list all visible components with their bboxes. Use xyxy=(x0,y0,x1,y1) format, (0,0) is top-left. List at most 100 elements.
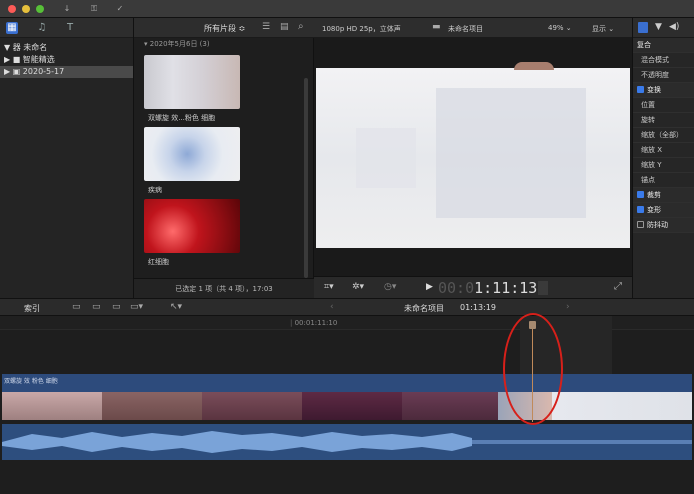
inspector-row[interactable]: 复合 xyxy=(633,38,694,53)
inspector-row[interactable]: 混合模式 xyxy=(633,53,694,68)
inspector-row[interactable]: 变形 xyxy=(633,203,694,218)
format-label: 1080p HD 25p，立体声 xyxy=(322,25,401,33)
viewer: 1080p HD 25p，立体声 ▬ 未命名项目 49% ⌄ 显示 ⌄ ⌗▾ ✲… xyxy=(314,18,632,298)
filmstrip-view-icon[interactable]: ☰ xyxy=(262,22,270,32)
viewer-canvas[interactable] xyxy=(316,68,630,248)
zoom-menu[interactable]: 49% ⌄ xyxy=(548,24,572,32)
checkbox[interactable] xyxy=(637,86,644,93)
import-button[interactable]: ↓ xyxy=(58,3,76,15)
pixelated-block xyxy=(356,128,416,188)
checkbox[interactable] xyxy=(637,221,644,228)
inspector-row-label: 复合 xyxy=(637,41,651,49)
clapper-icon: ▬ xyxy=(432,22,441,32)
inspector-row[interactable]: 位置 xyxy=(633,98,694,113)
audio-waveform xyxy=(2,431,692,453)
event-date-header: ▾ 2020年5月6日 (3) xyxy=(144,40,210,48)
browser-scrollbar[interactable] xyxy=(304,78,308,278)
inspector-row-label: 缩放 Y xyxy=(641,161,662,169)
clip-title: 双螺旋 效 粉色 细胞 xyxy=(4,378,58,385)
clip-browser: 所有片段 ≎ ☰ ▤ ⌕ ▾ 2020年5月6日 (3) 双螺旋 效...粉色 … xyxy=(134,18,314,298)
clip-thumbnail-2[interactable] xyxy=(144,127,240,181)
clip-filmstrip xyxy=(302,392,402,420)
clip-thumbnail-3[interactable] xyxy=(144,199,240,253)
enhance-icon[interactable]: ✲▾ xyxy=(352,282,364,292)
inspector-row-label: 位置 xyxy=(641,101,655,109)
overwrite-clip-icon[interactable]: ▭▾ xyxy=(130,302,143,312)
inspector-row-label: 变换 xyxy=(647,86,661,94)
library-toolbar: ▦ ♫ T xyxy=(0,18,133,38)
titles-generators-icon[interactable]: T xyxy=(64,22,76,34)
video-inspector-icon[interactable] xyxy=(638,22,648,33)
viewer-toolbar: 1080p HD 25p，立体声 ▬ 未命名项目 49% ⌄ 显示 ⌄ xyxy=(314,18,632,38)
timeline-area[interactable]: 双螺旋 效 粉色 细胞 xyxy=(0,316,694,494)
connect-clip-icon[interactable]: ▭ xyxy=(72,302,81,312)
audio-inspector-icon[interactable]: ◀) xyxy=(669,22,679,32)
inspector-row[interactable]: 缩放（全部） xyxy=(633,128,694,143)
forward-arrow-icon[interactable]: › xyxy=(566,302,570,312)
play-icon[interactable]: ▶ xyxy=(426,282,433,292)
library-item-untitled[interactable]: ▼ 器 未命名 xyxy=(0,42,133,54)
inspector-row-label: 缩放 X xyxy=(641,146,663,154)
library-item-smart-collections[interactable]: ▶ ■ 智能精选 xyxy=(0,54,133,66)
keywords-button[interactable]: ⚿ xyxy=(84,3,104,15)
timeline-duration: 01:13:19 xyxy=(460,303,496,312)
clip-thumbnail-1[interactable] xyxy=(144,55,240,109)
inspector-row-label: 混合模式 xyxy=(641,56,669,64)
clip-appearance-icon[interactable]: ▤ xyxy=(280,22,289,32)
retime-icon[interactable]: ◷▾ xyxy=(384,282,396,292)
clip-filmstrip xyxy=(102,392,202,420)
index-button[interactable]: 索引 xyxy=(24,303,40,314)
minimize-window-button[interactable] xyxy=(22,5,30,13)
inspector-row[interactable]: 缩放 X xyxy=(633,143,694,158)
ruler-timecode: | 00:01:11:10 xyxy=(290,319,338,327)
inspector-row[interactable]: 裁剪 xyxy=(633,188,694,203)
inspector-row[interactable]: 变换 xyxy=(633,83,694,98)
inspector-row[interactable]: 锚点 xyxy=(633,173,694,188)
inspector-row[interactable]: 旋转 xyxy=(633,113,694,128)
library-item-event[interactable]: ▶ ▣ 2020-5-17 xyxy=(0,66,133,78)
inspector-row-label: 变形 xyxy=(647,206,661,214)
inspector-toolbar: ▼ ◀) xyxy=(633,18,694,38)
inspector-row-label: 旋转 xyxy=(641,116,655,124)
fullscreen-icon[interactable]: ⤢ xyxy=(614,281,622,292)
key-icon: ⚿ xyxy=(90,4,98,13)
audio-waveform-track[interactable] xyxy=(2,424,692,460)
audio-meter xyxy=(538,281,548,295)
inspector-row[interactable]: 不透明度 xyxy=(633,68,694,83)
inspector-row[interactable]: 缩放 Y xyxy=(633,158,694,173)
video-track[interactable]: 双螺旋 效 粉色 细胞 xyxy=(2,374,692,424)
clip-label-3: 红细胞 xyxy=(148,258,169,266)
append-clip-icon[interactable]: ▭ xyxy=(112,302,121,312)
select-tool-icon[interactable]: ↖▾ xyxy=(170,302,182,312)
inspector: ▼ ◀) 复合混合模式不透明度变换位置旋转缩放（全部） 缩放 X 缩放 Y 锚点裁剪变… xyxy=(632,18,694,298)
red-circle-annotation xyxy=(503,313,563,425)
timeline-toolbar: 索引 ▭ ▭ ▭ ▭▾ ↖▾ ‹ 未命名项目 01:13:19 › xyxy=(0,298,694,316)
browser-toolbar: 所有片段 ≎ ☰ ▤ ⌕ xyxy=(134,18,314,38)
checkbox[interactable] xyxy=(637,191,644,198)
photos-audio-icon[interactable]: ♫ xyxy=(36,22,48,34)
crop-icon[interactable]: ⌗▾ xyxy=(324,282,334,292)
clip-filmstrip xyxy=(202,392,302,420)
libraries-icon[interactable]: ▦ xyxy=(6,22,18,34)
display-menu[interactable]: 显示 ⌄ xyxy=(592,24,614,34)
zoom-window-button[interactable] xyxy=(36,5,44,13)
clip-filter-menu[interactable]: 所有片段 ≎ xyxy=(204,23,245,34)
frame-top-element xyxy=(514,62,554,70)
filter-icon[interactable]: ▼ xyxy=(655,22,662,32)
pixelated-block xyxy=(436,88,586,218)
clip-filmstrip xyxy=(2,392,102,420)
inspector-row-label: 裁剪 xyxy=(647,191,661,199)
inspector-row[interactable]: 防抖动 xyxy=(633,218,694,233)
checkbox[interactable] xyxy=(637,206,644,213)
search-icon[interactable]: ⌕ xyxy=(298,21,304,32)
inspector-list: 复合混合模式不透明度变换位置旋转缩放（全部） 缩放 X 缩放 Y 锚点裁剪变形防抖动 xyxy=(633,38,694,233)
check-circle-icon: ✓ xyxy=(116,4,124,13)
insert-clip-icon[interactable]: ▭ xyxy=(92,302,101,312)
library-list: ▼ 器 未命名 ▶ ■ 智能精选 ▶ ▣ 2020-5-17 xyxy=(0,38,133,78)
clip-filmstrip xyxy=(402,392,498,420)
back-arrow-icon[interactable]: ‹ xyxy=(330,302,334,312)
clip-label-1: 双螺旋 效...粉色 细胞 xyxy=(148,114,216,122)
background-tasks-button[interactable]: ✓ xyxy=(112,3,128,15)
close-window-button[interactable] xyxy=(8,5,16,13)
timeline-project-name: 未命名项目 xyxy=(404,304,444,313)
